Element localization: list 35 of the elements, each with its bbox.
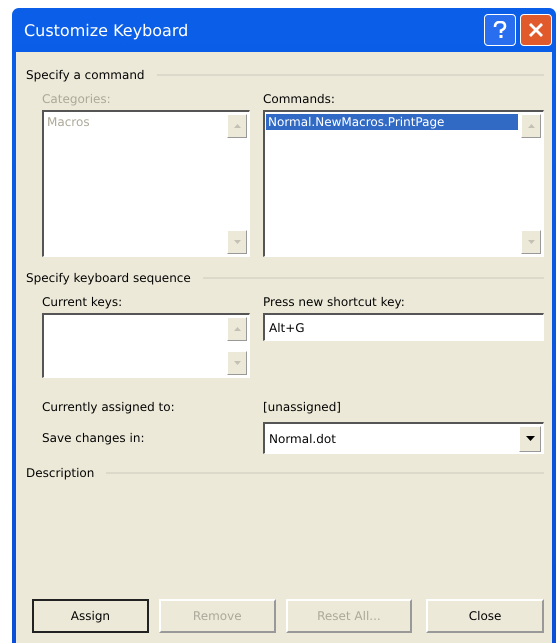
list-box[interactable]: Normal.NewMacros.PrintPage bbox=[263, 110, 544, 257]
field-label: Current keys: bbox=[42, 295, 124, 309]
save-in-dropdown[interactable]: Normal.dot bbox=[263, 422, 544, 454]
scroll-down-button[interactable] bbox=[227, 351, 247, 375]
section-title: Specify keyboard sequence bbox=[26, 271, 191, 285]
down-arrow-icon bbox=[528, 240, 534, 244]
field-label: Press new shortcut key: bbox=[263, 295, 406, 309]
help-button[interactable] bbox=[484, 14, 516, 46]
help-icon bbox=[492, 21, 508, 39]
scroll-up-button[interactable] bbox=[227, 114, 247, 138]
dialog-button[interactable]: Close bbox=[426, 599, 544, 633]
up-arrow-icon bbox=[234, 124, 240, 128]
close-icon bbox=[528, 22, 544, 38]
field-label: Save changes in: bbox=[42, 431, 146, 445]
scroll-up-button[interactable] bbox=[521, 114, 541, 138]
field-label: Currently assigned to: bbox=[42, 400, 176, 414]
list-label: Categories: bbox=[42, 92, 112, 106]
list-label: Commands: bbox=[263, 92, 336, 106]
scroll-down-button[interactable] bbox=[227, 230, 247, 254]
window-title: Customize Keyboard bbox=[24, 20, 190, 40]
scroll-up-button[interactable] bbox=[227, 317, 247, 341]
up-arrow-icon bbox=[234, 327, 240, 331]
down-arrow-icon bbox=[234, 240, 240, 244]
section-title: Description bbox=[26, 466, 94, 480]
section-title: Specify a command bbox=[26, 68, 145, 82]
list-item[interactable]: Normal.NewMacros.PrintPage bbox=[266, 114, 518, 130]
assigned-value: [unassigned] bbox=[263, 400, 341, 414]
down-arrow-icon bbox=[234, 361, 240, 365]
list-box[interactable] bbox=[42, 313, 250, 378]
dropdown-arrow-icon bbox=[526, 436, 534, 441]
close-button[interactable] bbox=[520, 14, 552, 46]
up-arrow-icon bbox=[528, 124, 534, 128]
dialog-button[interactable]: Assign bbox=[32, 599, 149, 633]
shortcut-field[interactable]: Alt+G bbox=[263, 313, 544, 341]
scroll-down-button[interactable] bbox=[521, 230, 541, 254]
